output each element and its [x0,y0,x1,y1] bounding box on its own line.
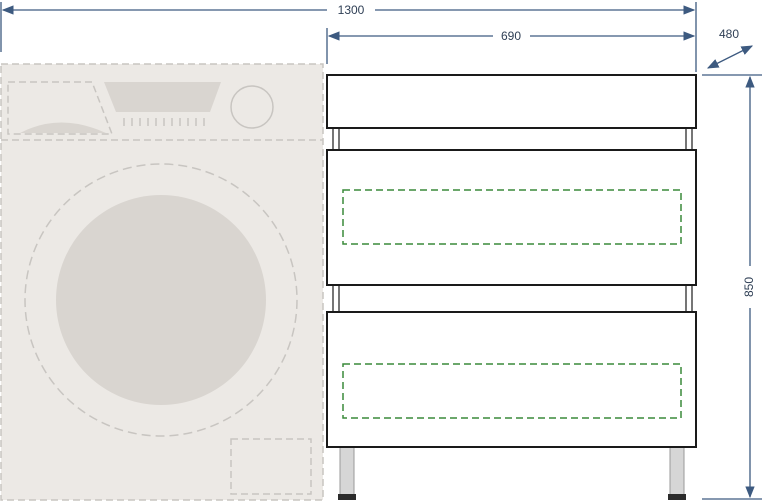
dimension-height-label: 850 [742,277,756,297]
dimension-depth-label: 480 [719,27,739,41]
cabinet-leg-left-foot [338,494,356,500]
control-display [104,82,221,112]
dimension-total-width-label: 1300 [338,3,365,17]
cabinet-leg-right [669,445,685,497]
washing-machine [0,63,324,501]
upper-drawer-front [326,149,697,286]
cabinet [326,74,697,500]
dimension-cabinet-width-label: 690 [501,29,521,43]
drum-window [56,195,266,405]
cabinet-leg-right-foot [668,494,686,500]
cabinet-dimension-drawing: 1300 690 480 850 [0,2,762,501]
dimension-depth-line [706,45,754,69]
cabinet-leg-left [339,445,355,497]
lower-drawer-front [326,311,697,448]
cabinet-top-panel [326,74,697,129]
